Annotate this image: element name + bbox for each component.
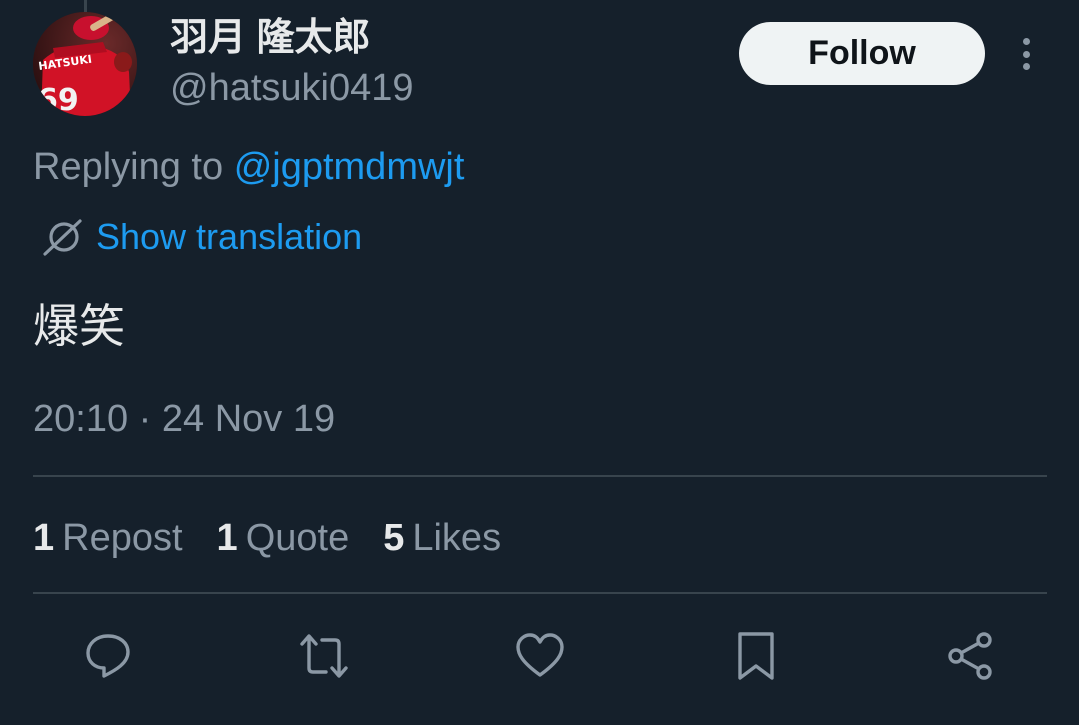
repost-count[interactable]: 1 Repost [33,517,183,560]
author-display-name[interactable]: 羽月 隆太郎 [170,14,371,62]
bookmark-icon [738,632,774,680]
follow-button[interactable]: Follow [739,22,985,85]
like-button[interactable] [512,628,568,684]
stat-count: 1 [33,516,55,559]
reply-button[interactable] [80,628,136,684]
divider [33,592,1047,594]
share-button[interactable] [942,628,998,684]
more-dot [1022,63,1030,70]
avatar[interactable]: HATSUKI 69 [33,12,137,116]
stat-count: 5 [383,516,405,559]
stat-label: Repost [62,516,183,559]
replying-to-prefix: Replying to [33,146,224,188]
reply-target-link[interactable]: @jgptmdmwjt [234,146,465,188]
replying-to: Replying to @jgptmdmwjt [33,142,464,192]
show-translation-button[interactable]: Show translation [42,214,362,260]
stat-label: Likes [412,516,502,559]
avatar-image: HATSUKI 69 [33,12,137,116]
tweet-timestamp[interactable]: 20:10 · 24 Nov 19 [33,394,335,444]
more-vertical-icon[interactable] [1010,34,1042,74]
bookmark-button[interactable] [728,628,784,684]
show-translation-label: Show translation [96,216,363,257]
tweet-stats: 1 Repost 1 Quote 5 Likes [33,512,535,564]
quote-count[interactable]: 1 Quote [217,517,350,560]
avatar-jersey-number: 69 [37,83,79,116]
reply-icon [86,634,130,678]
stat-count: 1 [216,516,238,559]
more-dot [1022,38,1030,45]
translate-icon [43,219,82,256]
share-icon [948,632,992,680]
tweet-text: 爆笑 [33,300,125,352]
like-icon [516,633,564,677]
repost-icon [300,634,348,678]
thread-connector-line [84,0,87,12]
like-count[interactable]: 5 Likes [383,517,501,560]
more-dot [1022,50,1030,58]
repost-button[interactable] [296,628,352,684]
author-handle[interactable]: @hatsuki0419 [170,64,414,112]
divider [33,475,1047,477]
stat-label: Quote [245,516,350,559]
